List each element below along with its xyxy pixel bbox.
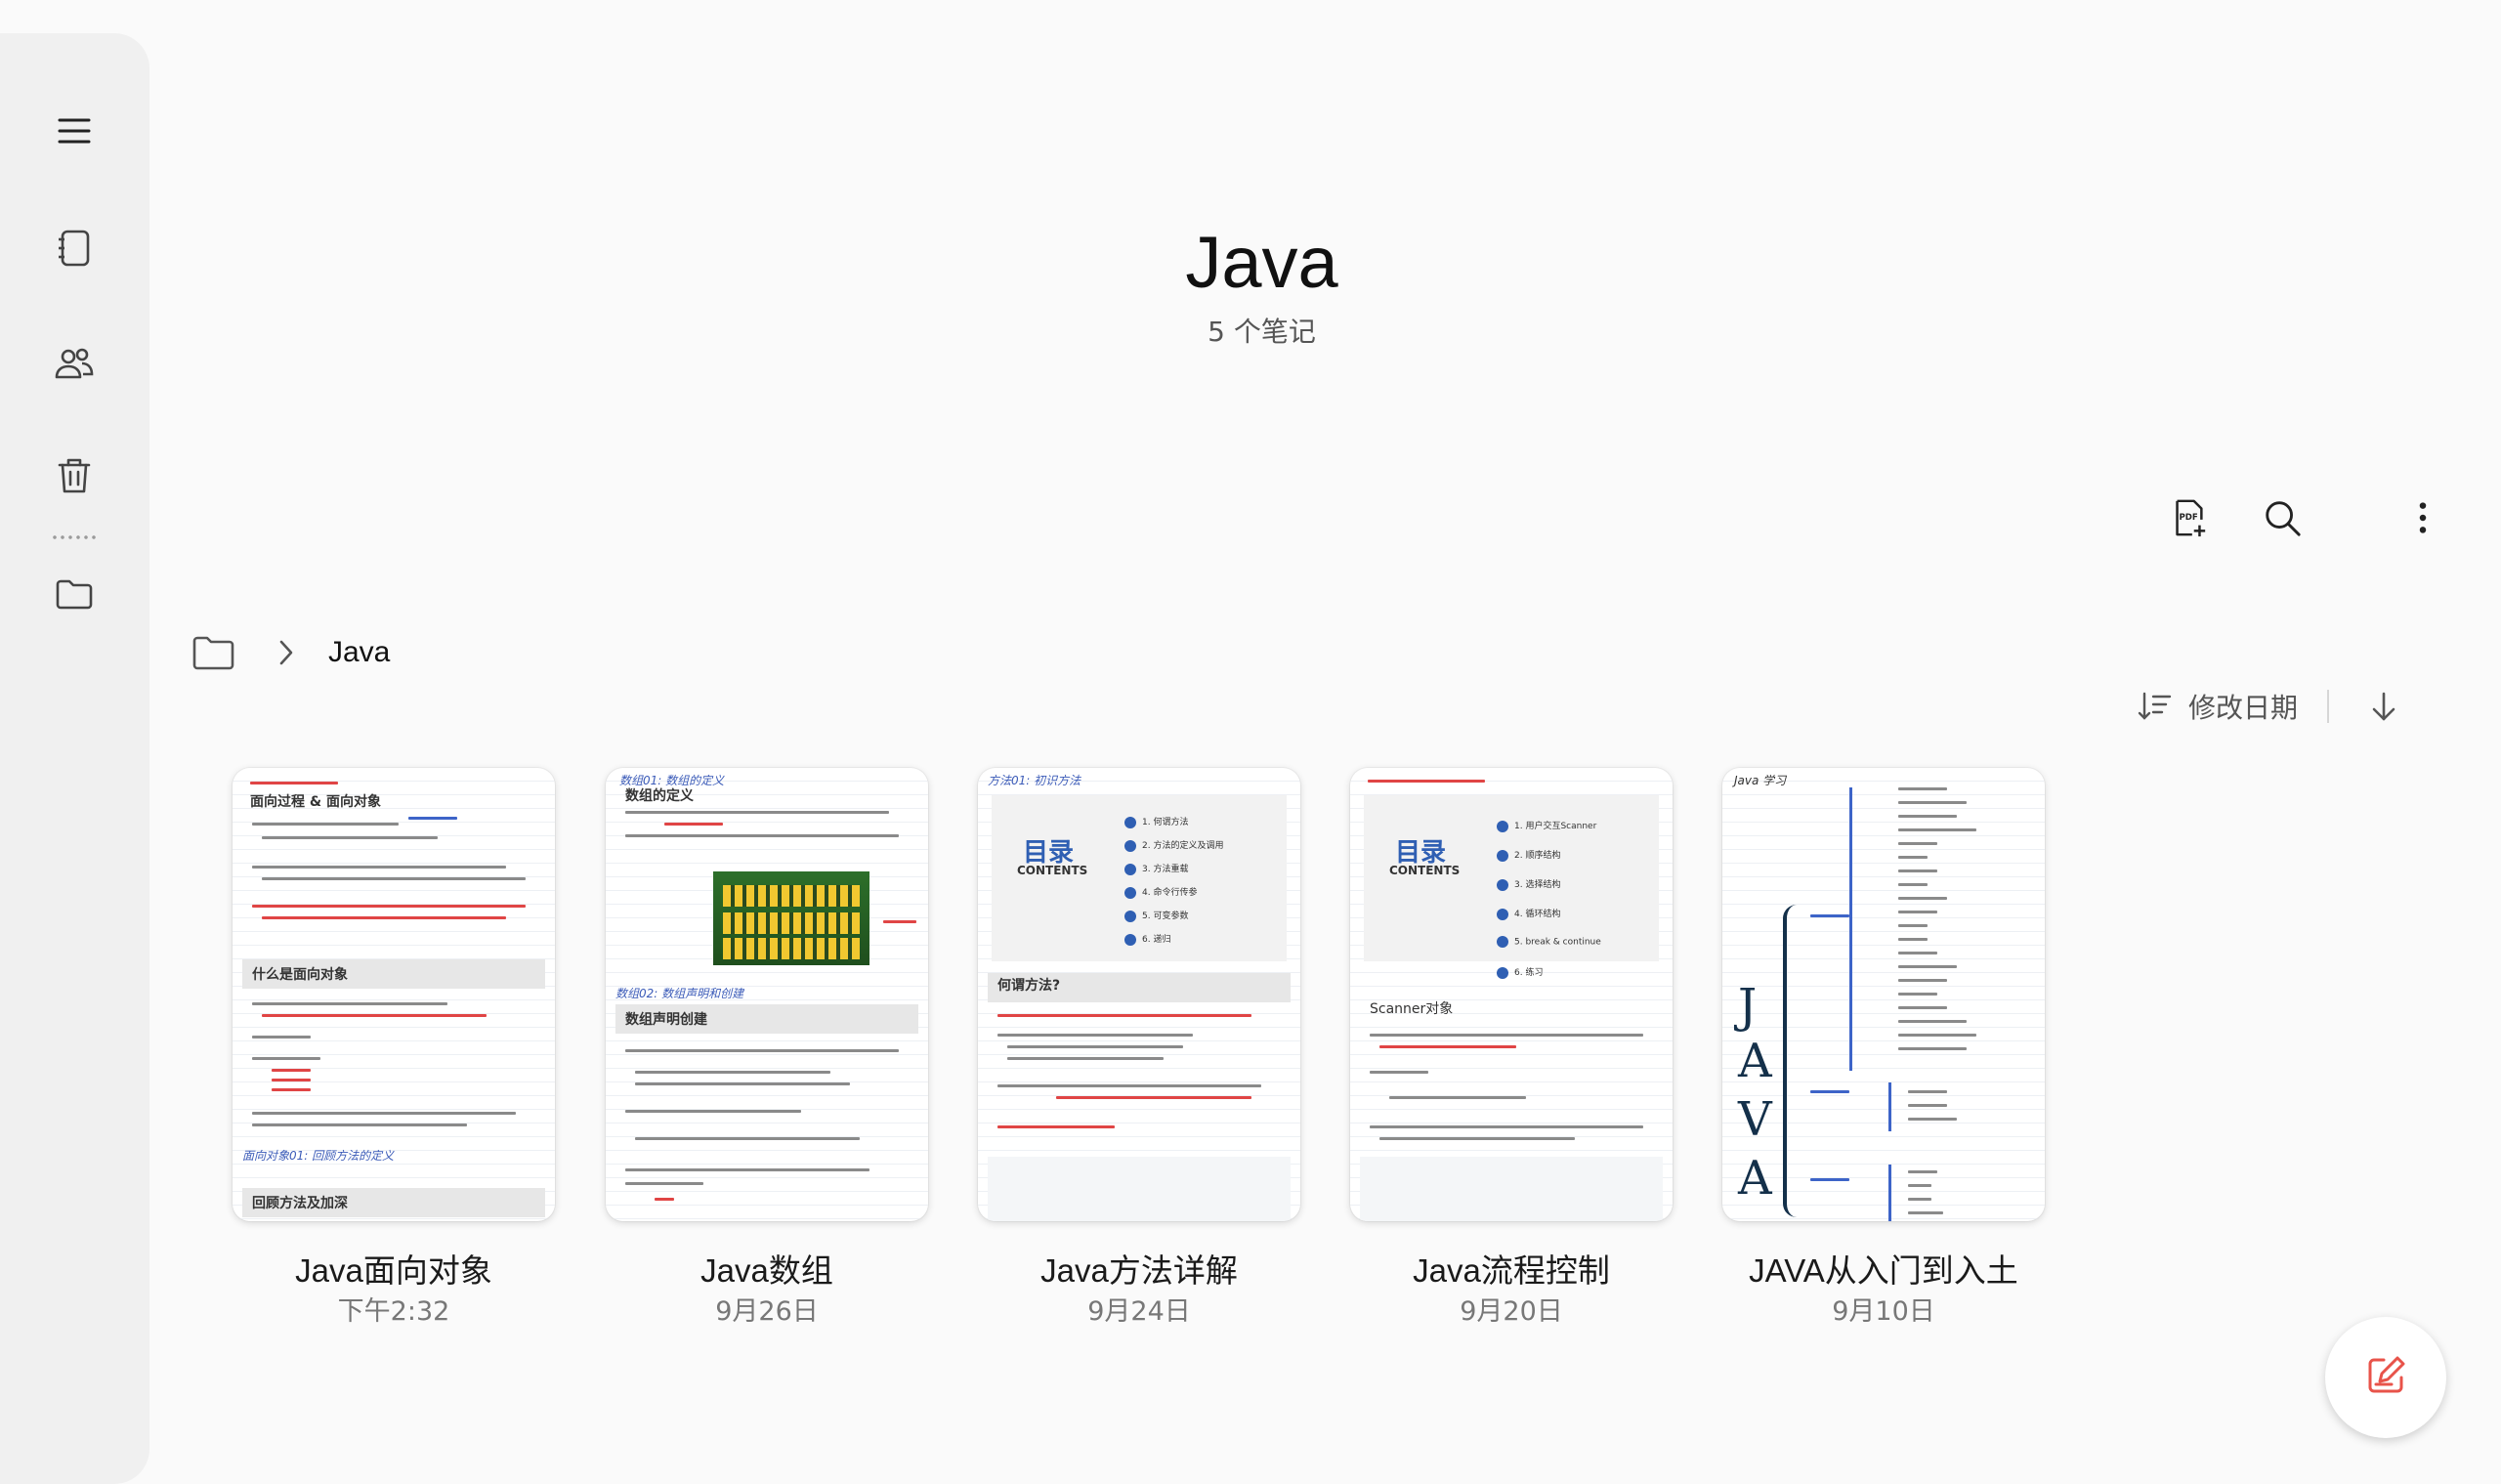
pdf-add-icon: PDF	[2168, 497, 2209, 542]
sort-by-button[interactable]: 修改日期	[2188, 687, 2298, 726]
divider	[2327, 690, 2330, 723]
sort-direction-button[interactable]	[2370, 690, 2397, 723]
trash-icon	[53, 454, 96, 501]
menu-button[interactable]	[35, 94, 113, 172]
breadcrumb: Java	[191, 625, 390, 680]
search-icon	[2262, 497, 2303, 542]
folder-icon	[191, 633, 236, 672]
folder-icon	[53, 572, 96, 619]
note-thumbnail[interactable]: 数组01: 数组的定义 数组的定义 数组02: 数组声明和创建 数组声明创建	[606, 768, 928, 1221]
svg-text:PDF: PDF	[2179, 513, 2197, 523]
page-title: Java	[1185, 222, 1338, 303]
note-date: 9月10日	[1832, 1296, 1935, 1327]
note-title: Java方法详解	[1040, 1252, 1238, 1289]
sort-icon[interactable]	[2138, 690, 2173, 723]
note-thumbnail[interactable]: 目录 CONTENTS 1. 用户交互Scanner 2. 顺序结构 3. 选择…	[1350, 768, 1673, 1221]
shared-notebooks-button[interactable]	[35, 326, 113, 404]
note-thumbnail[interactable]: 面向过程 & 面向对象 什么是面向对象 面向对象01: 回顾方法的定义 回顾方法…	[233, 768, 555, 1221]
more-vert-icon	[2402, 497, 2443, 542]
note-date: 9月20日	[1460, 1296, 1563, 1327]
breadcrumb-current[interactable]: Java	[328, 636, 390, 669]
trash-button[interactable]	[35, 439, 113, 517]
shared-icon	[53, 342, 96, 389]
note-image	[713, 871, 869, 965]
root-folder-button[interactable]	[191, 633, 236, 672]
note-date: 9月26日	[715, 1296, 819, 1327]
note-title: Java流程控制	[1413, 1252, 1610, 1289]
note-title: JAVA从入门到入土	[1749, 1252, 2018, 1289]
compose-icon	[2362, 1352, 2409, 1403]
note-date: 9月24日	[1087, 1296, 1191, 1327]
menu-icon	[53, 109, 96, 156]
note-count: 5 个笔记	[1208, 316, 1316, 348]
chevron-right-icon	[277, 639, 295, 666]
note-title: Java面向对象	[295, 1252, 492, 1289]
search-button[interactable]	[2251, 488, 2313, 551]
notebook-icon	[53, 227, 96, 274]
more-options-button[interactable]	[2401, 488, 2444, 551]
folders-button[interactable]	[35, 557, 113, 635]
notebooks-button[interactable]	[35, 211, 113, 289]
import-pdf-button[interactable]: PDF	[2157, 488, 2220, 551]
note-title: Java数组	[700, 1252, 833, 1289]
sidebar-divider	[51, 535, 100, 539]
note-thumbnail[interactable]: Java 学习 J A V A	[1722, 768, 2045, 1221]
note-date: 下午2:32	[337, 1296, 450, 1327]
sort-bar: 修改日期	[2138, 684, 2397, 729]
note-thumbnail[interactable]: 方法01: 初识方法 目录 CONTENTS 1. 何谓方法 2. 方法的定义及…	[978, 768, 1300, 1221]
sidebar	[0, 33, 149, 1484]
new-note-button[interactable]	[2325, 1317, 2446, 1438]
arrow-down-icon	[2370, 690, 2397, 723]
